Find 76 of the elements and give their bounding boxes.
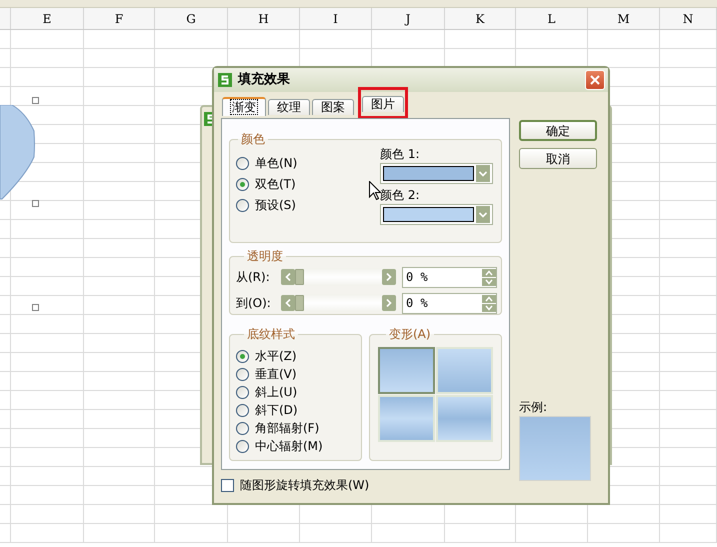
slider-track[interactable]: [281, 294, 396, 312]
slider-thumb[interactable]: [295, 269, 304, 285]
radio-label: 斜上(U): [255, 385, 298, 399]
sample-label: 示例:: [519, 400, 548, 414]
column-header[interactable]: E: [42, 10, 52, 28]
radio-button[interactable]: [236, 350, 249, 362]
dialog-button[interactable]: 确定: [519, 120, 597, 141]
selection-handle[interactable]: [32, 304, 39, 311]
radio-button[interactable]: [236, 404, 249, 416]
group-title: 颜色: [240, 132, 266, 146]
radio-button[interactable]: [236, 156, 249, 170]
chevron-left-icon: [285, 299, 291, 307]
chevron-left-icon: [285, 273, 291, 281]
sample-preview: [519, 416, 591, 481]
radio-label: 单色(N): [255, 156, 298, 170]
radio-label: 水平(Z): [255, 349, 297, 363]
tab[interactable]: 图案: [312, 98, 354, 114]
chevron-right-icon: [386, 273, 392, 281]
selection-handle[interactable]: [32, 200, 39, 207]
slider-label: 到(O):: [236, 295, 272, 312]
color-dropdown[interactable]: [380, 204, 493, 225]
picker-label: 颜色 1:: [380, 147, 420, 161]
radio-button[interactable]: [236, 198, 249, 212]
color-dropdown[interactable]: [380, 163, 493, 184]
spinner-arrows-icon[interactable]: [482, 294, 496, 312]
column-header[interactable]: K: [476, 10, 484, 28]
right-arrow-button[interactable]: [382, 269, 396, 285]
mouse-pointer-icon: [369, 181, 381, 200]
column-header[interactable]: N: [682, 10, 694, 28]
spinner-arrows-icon[interactable]: [482, 268, 496, 286]
close-button[interactable]: [585, 70, 605, 90]
chevron-down-icon: [479, 212, 487, 218]
dropdown-arrow-button[interactable]: [476, 165, 490, 182]
radio-button[interactable]: [236, 386, 249, 398]
checkbox[interactable]: [221, 478, 234, 492]
column-header[interactable]: H: [258, 10, 269, 28]
column-header[interactable]: G: [186, 10, 196, 28]
group-title: 透明度: [246, 249, 284, 263]
percent-spinner[interactable]: 0 %: [402, 266, 497, 288]
gradient-variant-tile[interactable]: [378, 347, 435, 394]
slider-thumb[interactable]: [295, 295, 304, 311]
column-header[interactable]: J: [406, 10, 410, 28]
close-icon: [590, 75, 600, 85]
radio-label: 角部辐射(F): [255, 421, 320, 435]
right-arrow-button[interactable]: [382, 295, 396, 311]
window-title: 填充效果: [238, 70, 290, 90]
radio-label: 垂直(V): [255, 367, 297, 381]
left-arrow-button[interactable]: [281, 269, 295, 285]
checkbox-label: 随图形旋转填充效果(W): [240, 477, 370, 494]
tab[interactable]: 渐变: [222, 96, 266, 116]
radio-button[interactable]: [236, 178, 249, 190]
radio-button[interactable]: [236, 422, 249, 434]
group-title: 变形(A): [388, 327, 432, 341]
slider-label: 从(R):: [236, 269, 271, 286]
column-header[interactable]: M: [617, 10, 630, 28]
app-icon: [218, 73, 232, 87]
radio-button[interactable]: [236, 440, 249, 452]
tab[interactable]: 图片: [362, 96, 404, 112]
left-arrow-button[interactable]: [281, 295, 295, 311]
column-header[interactable]: I: [333, 10, 338, 28]
radio-button[interactable]: [236, 368, 249, 380]
radio-label: 斜下(D): [255, 403, 298, 417]
chevron-right-icon: [386, 299, 392, 307]
dropdown-arrow-button[interactable]: [476, 206, 490, 223]
column-header[interactable]: L: [548, 10, 556, 28]
chevron-down-icon: [479, 170, 487, 176]
column-header[interactable]: F: [114, 10, 124, 28]
selection-handle[interactable]: [32, 97, 39, 104]
group-title: 底纹样式: [246, 327, 296, 341]
dialog-button[interactable]: 取消: [519, 148, 597, 169]
radio-label: 预设(S): [255, 198, 296, 212]
radio-label: 中心辐射(M): [255, 439, 323, 453]
tab[interactable]: 纹理: [268, 98, 310, 114]
percent-spinner[interactable]: 0 %: [402, 292, 497, 314]
picker-label: 颜色 2:: [380, 188, 420, 202]
radio-label: 双色(T): [255, 177, 296, 191]
